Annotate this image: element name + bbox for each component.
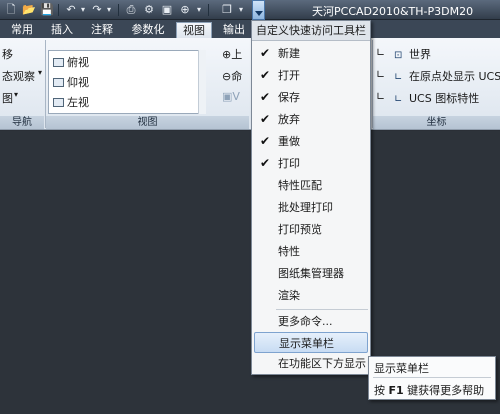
tooltip: 显示菜单栏 按 F1 键获得更多帮助 xyxy=(368,356,496,400)
check-icon: ✔ xyxy=(260,68,271,82)
save-icon[interactable]: 💾 xyxy=(40,3,54,17)
chevron-down-icon[interactable]: ▾ xyxy=(76,3,90,17)
menu-item-properties[interactable]: 特性 xyxy=(254,241,368,262)
view-manager-tool[interactable]: ⊖命 xyxy=(222,68,242,84)
panel-label-navigate: 导航 xyxy=(0,116,44,129)
new-icon[interactable]: 🗋 xyxy=(4,3,18,17)
ucs-icon[interactable]: ∟ xyxy=(376,46,385,59)
view-cube-icon xyxy=(53,78,64,87)
ribbon-tab-bar: 常用 插入 注释 参数化 视图 输出 xyxy=(0,20,500,38)
viewport-icon[interactable]: ▣V xyxy=(222,90,240,103)
zoom-tool[interactable]: 图 xyxy=(2,90,13,106)
ribbon-panel-area: 移 态观察 ▾ 图 ▾ 导航 俯视 仰视 左视 ⊕上 ⊖命 ▣V 视图 ∟ ∟ … xyxy=(0,38,500,130)
panel-label-views: 视图 xyxy=(46,116,249,129)
chevron-down-icon[interactable]: ▾ xyxy=(14,90,18,99)
menu-item-show-menu-bar[interactable]: 显示菜单栏 xyxy=(254,332,368,353)
panel-divider xyxy=(45,40,46,128)
pan-tool[interactable]: 移 xyxy=(2,46,13,62)
ucs-show-at-origin-button[interactable]: ∟ 在原点处显示 UCS xyxy=(394,68,500,84)
open-icon[interactable]: 📂 xyxy=(22,3,36,17)
menu-item-save[interactable]: ✔ 保存 xyxy=(254,87,368,108)
menu-item-plot-preview[interactable]: 打印预览 xyxy=(254,219,368,240)
ucs-icon[interactable]: ∟ xyxy=(376,90,385,103)
check-icon: ✔ xyxy=(260,156,271,170)
menu-item-batch-plot[interactable]: 批处理打印 xyxy=(254,197,368,218)
print-icon[interactable]: ⎙ xyxy=(124,3,138,17)
tooltip-title: 显示菜单栏 xyxy=(374,362,429,375)
menu-item-open[interactable]: ✔ 打开 xyxy=(254,65,368,86)
toolbar-separator xyxy=(118,4,119,16)
tab-output[interactable]: 输出 xyxy=(218,22,250,38)
menu-item-new[interactable]: ✔ 新建 xyxy=(254,43,368,64)
menu-item-sheet-set-manager[interactable]: 图纸集管理器 xyxy=(254,263,368,284)
check-icon: ✔ xyxy=(260,112,271,126)
chevron-down-icon[interactable]: ▾ xyxy=(234,3,248,17)
panel-label-coordinates: 坐标 xyxy=(373,116,500,129)
title-bar: 🗋 📂 💾 ↶ ▾ ↷ ▾ ⎙ ⚙ ▣ ⊕ ▾ ❐ ▾ 天河PCCAD2010&… xyxy=(0,0,500,20)
menu-item-more-commands[interactable]: 更多命令... xyxy=(254,311,368,332)
check-icon: ✔ xyxy=(260,90,271,104)
dropdown-icon xyxy=(254,11,263,16)
views-list: 俯视 仰视 左视 xyxy=(48,50,206,114)
view-bottom[interactable]: 仰视 xyxy=(53,74,89,90)
chevron-down-icon[interactable]: ▾ xyxy=(192,3,206,17)
chevron-down-icon[interactable]: ▾ xyxy=(102,3,116,17)
app-title: 天河PCCAD2010&TH-P3DM20 xyxy=(312,5,474,18)
plot-icon[interactable]: ▣ xyxy=(160,3,174,17)
customize-toolbar-dropdown-button[interactable] xyxy=(252,0,265,20)
menu-item-render[interactable]: 渲染 xyxy=(254,285,368,306)
tooltip-divider xyxy=(373,377,491,378)
panel-divider xyxy=(372,40,373,128)
customize-quick-access-menu: 自定义快速访问工具栏 ✔ 新建 ✔ 打开 ✔ 保存 ✔ 放弃 ✔ 重做 ✔ 打印 特性匹配 … xyxy=(251,20,371,375)
view-cube-icon xyxy=(53,98,64,107)
menu-item-print[interactable]: ✔ 打印 xyxy=(254,153,368,174)
tab-insert[interactable]: 插入 xyxy=(46,22,78,38)
world-icon: ⊡ xyxy=(394,50,403,61)
named-view-tool[interactable]: ⊕上 xyxy=(222,46,242,62)
tab-annotate[interactable]: 注释 xyxy=(86,22,118,38)
menu-item-match-properties[interactable]: 特性匹配 xyxy=(254,175,368,196)
ucs-properties-icon: ∟ xyxy=(394,94,403,105)
view-left[interactable]: 左视 xyxy=(53,94,89,110)
toolbar-separator xyxy=(58,4,59,16)
tooltip-help-text: 按 F1 键获得更多帮助 xyxy=(374,384,485,397)
tab-parametric[interactable]: 参数化 xyxy=(126,22,170,38)
orbit-tool[interactable]: 态观察 xyxy=(2,68,35,84)
menu-separator xyxy=(276,309,368,310)
help-key: F1 xyxy=(388,384,404,397)
ucs-world-button[interactable]: ⊡ 世界 xyxy=(394,46,431,62)
tab-view[interactable]: 视图 xyxy=(176,22,212,38)
view-top[interactable]: 俯视 xyxy=(53,54,89,70)
menu-item-redo[interactable]: ✔ 重做 xyxy=(254,131,368,152)
ucs-icon-properties-button[interactable]: ∟ UCS 图标特性 xyxy=(394,90,479,106)
view-cube-icon xyxy=(53,58,64,67)
publish-icon[interactable]: ⚙ xyxy=(142,3,156,17)
zoom-icon[interactable]: ⊕ xyxy=(178,3,192,17)
ucs-icon[interactable]: ∟ xyxy=(376,68,385,81)
tab-home[interactable]: 常用 xyxy=(6,22,38,38)
menu-item-show-below-ribbon[interactable]: 在功能区下方显示 xyxy=(254,353,368,374)
ucs-origin-icon: ∟ xyxy=(394,72,403,83)
views-scrollbar[interactable] xyxy=(198,50,206,114)
check-icon: ✔ xyxy=(260,46,271,60)
chevron-down-icon[interactable]: ▾ xyxy=(38,68,42,77)
toolbar-separator xyxy=(208,4,209,16)
window-icon[interactable]: ❐ xyxy=(220,3,234,17)
menu-item-undo[interactable]: ✔ 放弃 xyxy=(254,109,368,130)
menu-header: 自定义快速访问工具栏 xyxy=(252,21,370,41)
check-icon: ✔ xyxy=(260,134,271,148)
